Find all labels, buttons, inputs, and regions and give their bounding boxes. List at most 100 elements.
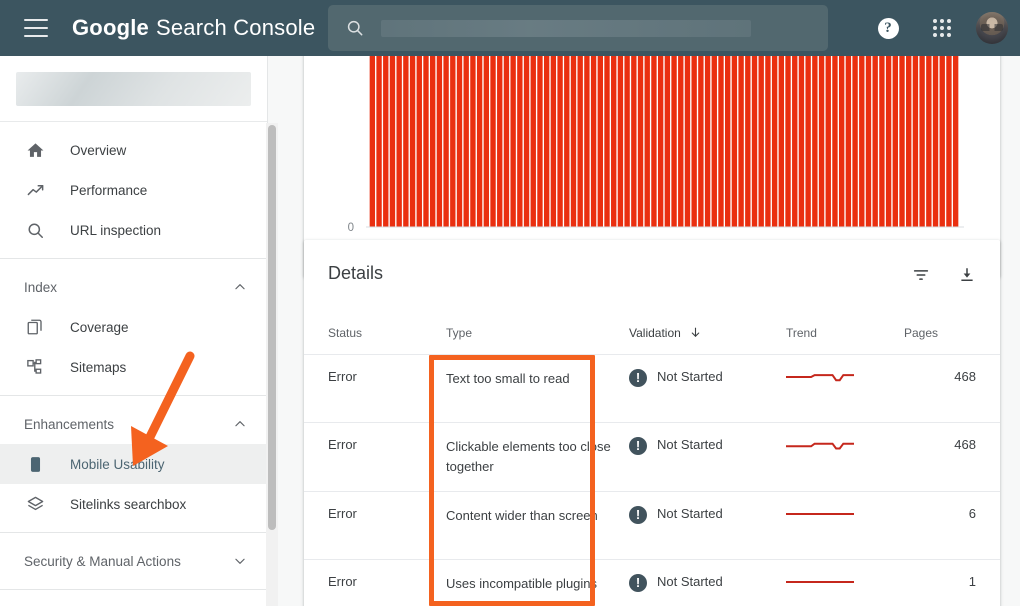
property-selector[interactable] <box>0 56 267 122</box>
help-button[interactable]: ? <box>868 8 908 48</box>
chart-bar <box>704 56 711 227</box>
sidebar-item-mobile-usability[interactable]: Mobile Usability <box>0 444 267 484</box>
sidebar-divider <box>0 589 267 590</box>
chart-ytick-label: 0 <box>348 222 354 234</box>
sidebar-section-index[interactable]: Index <box>0 267 267 307</box>
chart-bar <box>785 56 791 227</box>
sidebar-item-url-inspection[interactable]: URL inspection <box>0 210 267 250</box>
chart-bar <box>899 56 905 227</box>
validation-label: Not Started <box>657 437 723 452</box>
home-icon <box>24 139 46 161</box>
chart-bar <box>624 56 630 227</box>
chart-bar <box>698 56 704 227</box>
chart-bar <box>476 56 483 227</box>
chart-bars <box>369 56 959 227</box>
sidebar-item-coverage[interactable]: Coverage <box>0 307 267 347</box>
chart-bar <box>691 56 697 227</box>
sidebar-item-sitemaps[interactable]: Sitemaps <box>0 347 267 387</box>
cell-type[interactable]: Content wider than screen <box>424 491 614 560</box>
column-header-pages[interactable]: Pages <box>904 314 1000 355</box>
avatar[interactable] <box>976 12 1008 44</box>
chart-bar <box>805 56 811 227</box>
cell-validation: ! Not Started <box>614 559 774 606</box>
chart-bar <box>523 56 530 227</box>
chart-bar <box>497 56 503 227</box>
chart-bar <box>892 56 898 227</box>
download-button[interactable] <box>952 260 982 290</box>
google-apps-button[interactable] <box>922 8 962 48</box>
sidebar-item-overview[interactable]: Overview <box>0 130 267 170</box>
exclamation-icon: ! <box>629 369 647 387</box>
cell-trend <box>774 354 904 423</box>
sidebar-section-label: Security & Manual Actions <box>24 553 181 569</box>
search-input[interactable] <box>328 5 828 51</box>
chart-bar <box>912 56 919 227</box>
chart-bar <box>678 56 684 227</box>
cell-type[interactable]: Uses incompatible plugins <box>424 559 614 606</box>
cell-pages: 468 <box>904 422 1000 492</box>
chart-bar <box>644 56 650 227</box>
table-row[interactable]: Error Text too small to read! Not Started 4… <box>304 354 1000 423</box>
chart-bar <box>550 56 557 227</box>
app-brand: Google Search Console <box>72 15 315 41</box>
chart-bar <box>845 56 852 227</box>
sidebar-item-label: Sitelinks searchbox <box>70 496 187 512</box>
exclamation-icon: ! <box>629 437 647 455</box>
chart-bar <box>825 56 831 227</box>
sidebar-section-security-manual-actions[interactable]: Security & Manual Actions <box>0 541 267 581</box>
sidebar-nav: Overview Performance URL inspection Inde… <box>0 122 267 590</box>
chart-bar <box>590 56 597 227</box>
chart-bar <box>617 56 624 227</box>
chart-bar <box>818 56 825 227</box>
hamburger-menu-icon[interactable] <box>24 19 48 37</box>
table-row[interactable]: Error Uses incompatible plugins! Not Start… <box>304 559 1000 606</box>
chart-bar <box>926 56 932 227</box>
filter-button[interactable] <box>906 260 936 290</box>
sidebar-item-label: Sitemaps <box>70 359 127 375</box>
table-header-row: Status Type Validation Trend Pages <box>304 314 1000 355</box>
sidebar-item-performance[interactable]: Performance <box>0 170 267 210</box>
chart-bar <box>443 56 449 227</box>
chart-bar <box>919 56 925 227</box>
details-title: Details <box>328 263 384 283</box>
sidebar-scrollbar-thumb[interactable] <box>268 125 276 530</box>
trend-sparkline <box>786 374 854 382</box>
cell-type[interactable]: Clickable elements too close together <box>424 422 614 492</box>
cell-type[interactable]: Text too small to read <box>424 354 614 423</box>
chart-bar <box>584 56 590 227</box>
column-header-trend[interactable]: Trend <box>774 314 904 355</box>
mobile-phone-icon <box>24 453 46 475</box>
chart-bar <box>879 56 885 227</box>
chart-bar <box>758 56 764 227</box>
chart-bar <box>409 56 416 227</box>
chart-bar <box>604 56 610 227</box>
table-row[interactable]: Error Content wider than screen! Not Start… <box>304 491 1000 560</box>
validation-label: Not Started <box>657 574 723 589</box>
arrow-down-icon <box>691 327 700 337</box>
app-bar: Google Search Console ? <box>0 0 1020 56</box>
details-card: Details Status Type Validation Trend Pag… <box>304 240 1000 606</box>
sidebar-item-label: Performance <box>70 182 148 198</box>
sidebar-item-sitelinks-searchbox[interactable]: Sitelinks searchbox <box>0 484 267 524</box>
column-header-status[interactable]: Status <box>304 314 424 355</box>
chart-bar <box>932 56 939 227</box>
chart-bar <box>838 56 845 227</box>
chart-bar <box>383 56 389 227</box>
brand-search-console: Search Console <box>155 15 316 40</box>
chevron-down-icon <box>235 558 245 564</box>
chart-bar <box>718 56 724 227</box>
cell-validation: ! Not Started <box>614 354 774 423</box>
table-row[interactable]: Error Clickable elements too close togeth… <box>304 422 1000 492</box>
sidebar-section-enhancements[interactable]: Enhancements <box>0 404 267 444</box>
column-header-type[interactable]: Type <box>424 314 614 355</box>
chart-bar <box>798 56 805 227</box>
chart-bar <box>778 56 785 227</box>
chart-bar <box>389 56 396 227</box>
sidebar-item-label: Coverage <box>70 319 129 335</box>
chart-bar <box>751 56 758 227</box>
validation-label: Not Started <box>657 369 723 384</box>
chart-bar <box>631 56 637 227</box>
column-header-validation[interactable]: Validation <box>614 314 774 355</box>
chart-bar <box>436 56 443 227</box>
download-icon <box>961 268 973 281</box>
